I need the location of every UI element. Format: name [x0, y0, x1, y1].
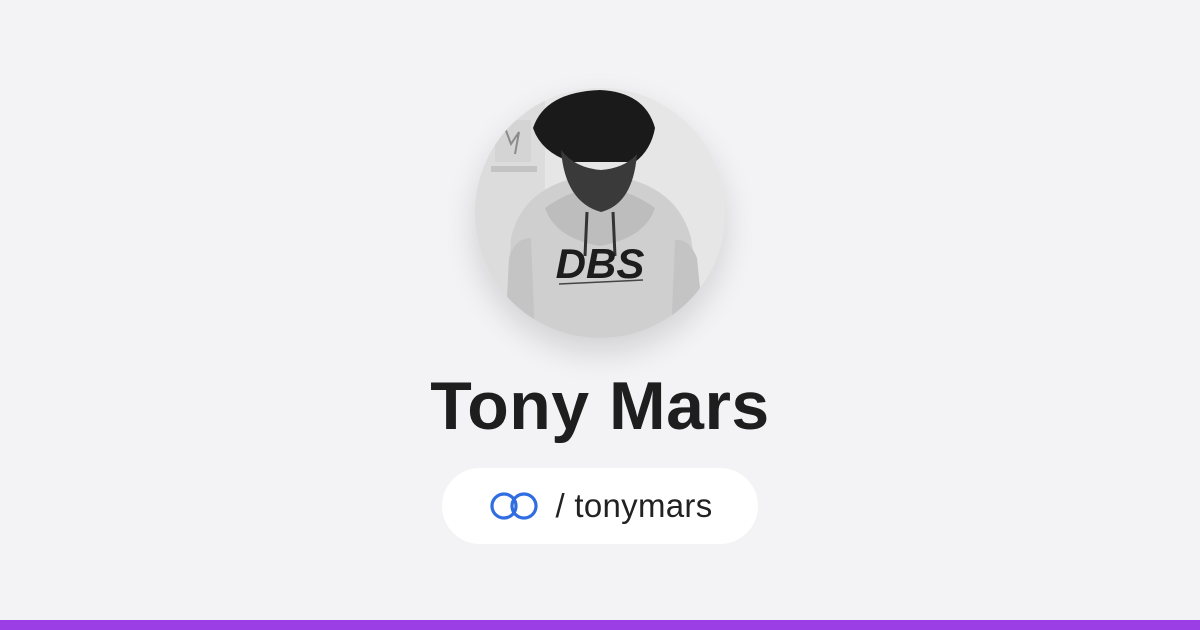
- profile-handle: / tonymars: [555, 487, 713, 524]
- profile-name: Tony Mars: [430, 368, 770, 444]
- accent-bar: [0, 620, 1200, 630]
- avatar: DBS: [475, 88, 725, 338]
- profile-card: DBS Tony Mars / tonymars: [0, 0, 1200, 630]
- linked-rings-icon: [487, 491, 543, 521]
- profile-handle-link[interactable]: / tonymars: [442, 468, 758, 544]
- avatar-photo: DBS: [475, 88, 725, 338]
